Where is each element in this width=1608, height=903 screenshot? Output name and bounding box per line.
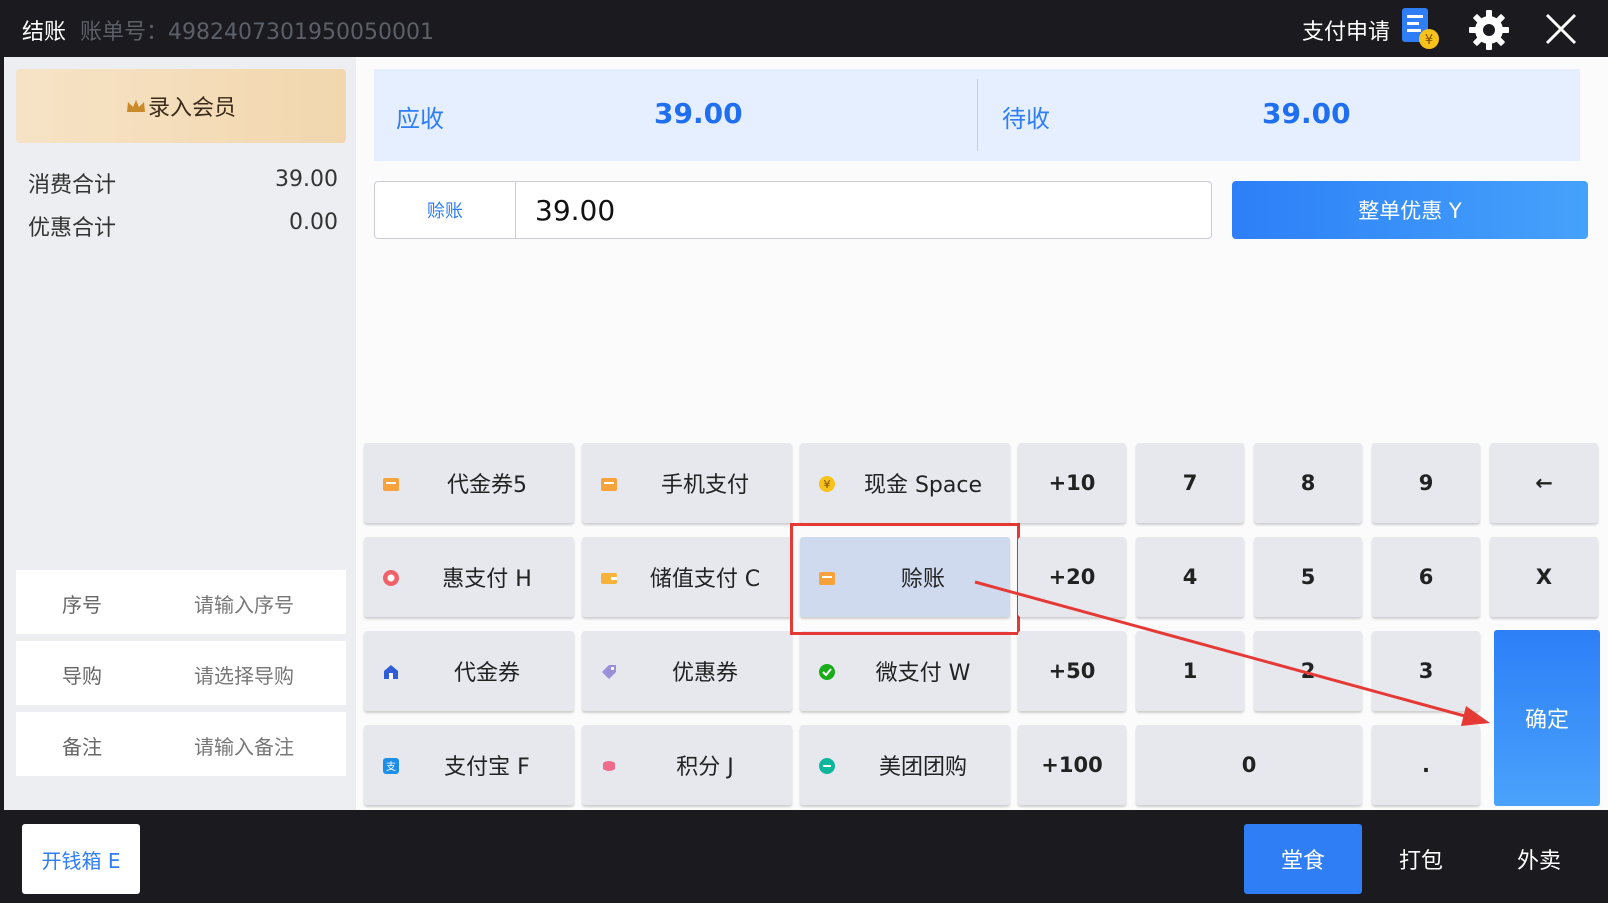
wechat-icon	[819, 664, 835, 680]
svg-text:¥: ¥	[824, 478, 831, 491]
quick-add-10[interactable]: +10	[1018, 443, 1126, 523]
points-label: 积分 J	[676, 755, 734, 780]
voucher5-label: 代金券5	[447, 473, 527, 498]
mobile-pay-label: 手机支付	[660, 473, 749, 498]
alipay-label: 支付宝 F	[444, 755, 530, 780]
discount-total-label: 优惠合计	[28, 216, 117, 241]
stored-value-pay-button[interactable]: 储值支付 C	[582, 537, 792, 617]
svg-text:支: 支	[386, 761, 396, 773]
receivable-value: 39.00	[654, 97, 743, 130]
gear-icon[interactable]	[1468, 9, 1510, 51]
mobile-pay-icon	[601, 478, 617, 491]
hui-pay-icon	[383, 570, 399, 586]
key-8[interactable]: 8	[1254, 443, 1362, 523]
key-dot[interactable]: .	[1372, 725, 1480, 805]
mode-dine-in-tab[interactable]: 堂食	[1244, 824, 1362, 894]
meituan-group-button[interactable]: 美团团购	[800, 725, 1010, 805]
voucher-icon	[383, 478, 399, 491]
meituan-group-label: 美团团购	[878, 755, 967, 780]
alipay-icon: 支	[383, 758, 399, 774]
close-icon[interactable]	[1544, 12, 1578, 46]
hui-pay-button[interactable]: 惠支付 H	[364, 537, 574, 617]
cash-label: 现金 Space	[863, 473, 983, 498]
page-title: 结账	[22, 20, 67, 45]
bottom-bar: 开钱箱 E 堂食 打包 外卖	[0, 810, 1608, 903]
mode-takeaway-tab[interactable]: 打包	[1362, 824, 1480, 894]
left-panel: 录入会员 消费合计 39.00 优惠合计 0.00 序号 请输入序号 导购 请选…	[4, 57, 356, 810]
discount-total-value: 0.00	[289, 210, 338, 235]
key-4[interactable]: 4	[1136, 537, 1244, 617]
voucher-label: 代金券	[453, 661, 520, 686]
mobile-pay-button[interactable]: 手机支付	[582, 443, 792, 523]
mode-delivery-tab[interactable]: 外卖	[1480, 824, 1598, 894]
key-3[interactable]: 3	[1372, 631, 1480, 711]
sequence-label: 序号	[62, 593, 102, 617]
pending-label: 待收	[1002, 105, 1050, 133]
coupon-button[interactable]: 优惠券	[582, 631, 792, 711]
payment-amount-input[interactable]: 赊账 39.00	[374, 181, 1212, 239]
key-6[interactable]: 6	[1372, 537, 1480, 617]
confirm-button[interactable]: 确定	[1494, 630, 1600, 806]
clear-key[interactable]: X	[1490, 537, 1598, 617]
payment-method-tag: 赊账	[375, 182, 516, 238]
key-2[interactable]: 2	[1254, 631, 1362, 711]
sequence-field[interactable]: 序号 请输入序号	[16, 570, 346, 634]
tag-icon	[602, 665, 616, 679]
quick-add-100[interactable]: +100	[1018, 725, 1126, 805]
payment-request-icon[interactable]: ¥	[1398, 6, 1442, 50]
remark-field[interactable]: 备注 请输入备注	[16, 712, 346, 776]
payment-request-link[interactable]: 支付申请	[1302, 14, 1390, 46]
summary-divider	[977, 79, 978, 151]
hui-pay-label: 惠支付 H	[442, 567, 532, 592]
alipay-button[interactable]: 支 支付宝 F	[364, 725, 574, 805]
amount-summary: 应收 39.00 待收 39.00	[374, 69, 1580, 161]
key-5[interactable]: 5	[1254, 537, 1362, 617]
backspace-key[interactable]: ←	[1490, 443, 1598, 523]
stored-value-pay-label: 储值支付 C	[649, 567, 761, 592]
top-bar: 结账 账单号：4982407301950050001 支付申请 ¥	[0, 0, 1608, 57]
key-9[interactable]: 9	[1372, 443, 1480, 523]
consumption-total-row: 消费合计 39.00	[28, 167, 338, 199]
building-icon	[384, 665, 398, 679]
voucher-button[interactable]: 代金券	[364, 631, 574, 711]
quick-add-20[interactable]: +20	[1018, 537, 1126, 617]
enter-member-button[interactable]: 录入会员	[16, 69, 346, 143]
pending-value: 39.00	[1262, 97, 1351, 130]
remark-input[interactable]: 请输入备注	[194, 731, 294, 760]
points-icon	[603, 761, 615, 771]
cash-icon: ¥	[819, 476, 835, 492]
key-0[interactable]: 0	[1136, 725, 1362, 805]
discount-total-row: 优惠合计 0.00	[28, 210, 338, 242]
key-1[interactable]: 1	[1136, 631, 1244, 711]
bill-number: 账单号：4982407301950050001	[80, 20, 434, 45]
wechat-pay-label: 微支付 W	[875, 661, 971, 686]
voucher5-button[interactable]: 代金券5	[364, 443, 574, 523]
guide-label: 导购	[62, 664, 102, 688]
payment-amount-value[interactable]: 39.00	[535, 194, 615, 227]
coupon-label: 优惠券	[671, 661, 738, 686]
selection-highlight	[790, 523, 1020, 635]
sequence-input[interactable]: 请输入序号	[194, 589, 294, 618]
wallet-icon	[601, 573, 617, 584]
key-7[interactable]: 7	[1136, 443, 1244, 523]
guide-field[interactable]: 导购 请选择导购	[16, 641, 346, 705]
wechat-pay-button[interactable]: 微支付 W	[800, 631, 1010, 711]
whole-order-discount-button[interactable]: 整单优惠 Y	[1232, 181, 1588, 239]
consumption-total-value: 39.00	[275, 167, 338, 192]
quick-add-50[interactable]: +50	[1018, 631, 1126, 711]
crown-icon	[126, 100, 145, 112]
open-cash-drawer-button[interactable]: 开钱箱 E	[22, 824, 140, 894]
remark-label: 备注	[62, 735, 102, 759]
receivable-label: 应收	[396, 105, 444, 133]
svg-text:¥: ¥	[1425, 33, 1433, 48]
points-button[interactable]: 积分 J	[582, 725, 792, 805]
consumption-total-label: 消费合计	[28, 173, 117, 198]
enter-member-label: 录入会员	[147, 96, 236, 121]
meituan-icon	[819, 758, 835, 774]
cash-button[interactable]: ¥ 现金 Space	[800, 443, 1010, 523]
guide-select[interactable]: 请选择导购	[194, 660, 294, 689]
